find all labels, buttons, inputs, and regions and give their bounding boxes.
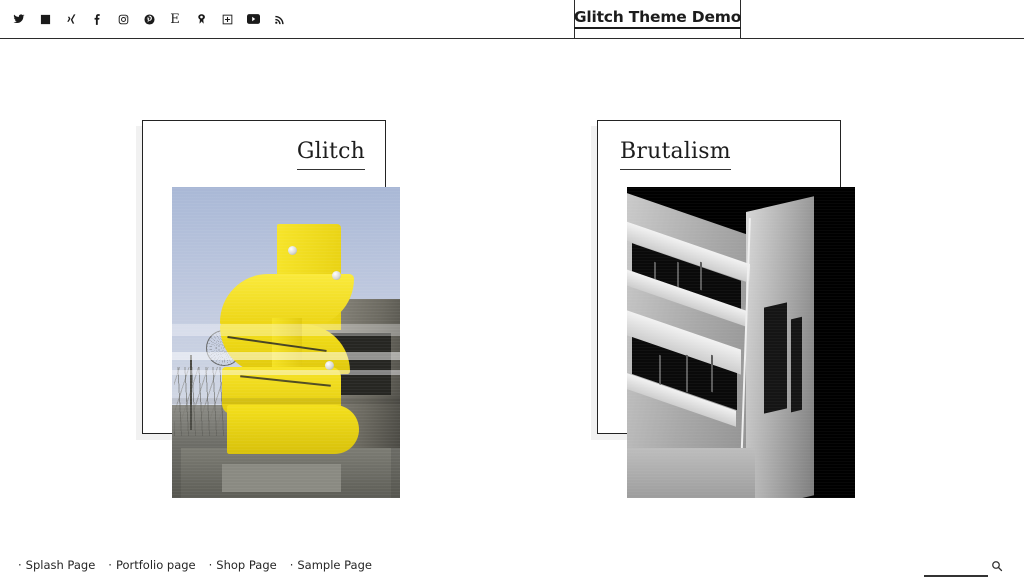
site-header: E Glitch Theme Demo xyxy=(0,0,1024,39)
social-link-facebook[interactable] xyxy=(84,0,110,38)
xing-icon xyxy=(66,13,77,25)
social-link-foursquare[interactable] xyxy=(188,0,214,38)
social-link-flickr[interactable] xyxy=(214,0,240,38)
site-title-block: Glitch Theme Demo xyxy=(573,0,741,38)
youtube-icon xyxy=(246,14,260,24)
social-link-twitter[interactable] xyxy=(6,0,32,38)
social-links-bar: E xyxy=(6,0,292,38)
social-link-etsy[interactable]: E xyxy=(162,0,188,38)
photo-concrete-plinth xyxy=(222,463,341,492)
photo-side-window-1 xyxy=(763,302,787,414)
rss-icon xyxy=(274,14,285,25)
footer-link-splash-page[interactable]: Splash Page xyxy=(18,558,96,572)
post-card-glitch[interactable]: Glitch xyxy=(130,120,420,510)
facebook-icon xyxy=(93,13,101,26)
search-icon xyxy=(991,560,1003,575)
photo-mullion-3 xyxy=(699,261,702,290)
social-link-xing[interactable] xyxy=(58,0,84,38)
photo-bolt-2 xyxy=(331,270,341,280)
photo-pole xyxy=(190,354,193,430)
site-footer: Splash Page Portfolio page Shop Page Sam… xyxy=(0,547,1024,586)
foursquare-icon xyxy=(196,13,207,25)
flickr-icon xyxy=(222,14,233,25)
social-link-instagram[interactable] xyxy=(110,0,136,38)
footer-link-sample-page[interactable]: Sample Page xyxy=(290,558,372,572)
photo-side-window-2 xyxy=(791,316,803,413)
main-content: Glitch Brutalism xyxy=(0,39,1024,547)
footer-link-shop-page[interactable]: Shop Page xyxy=(209,558,276,572)
search-input[interactable] xyxy=(924,559,988,577)
pinterest-icon xyxy=(143,13,155,25)
etsy-icon: E xyxy=(170,11,180,27)
social-link-rss[interactable] xyxy=(266,0,292,38)
glitch-building-photo xyxy=(172,187,400,498)
site-title[interactable]: Glitch Theme Demo xyxy=(573,8,741,30)
post-image-brutalism[interactable] xyxy=(627,187,855,498)
footer-nav: Splash Page Portfolio page Shop Page Sam… xyxy=(18,558,372,572)
photo-bolt-3 xyxy=(324,361,334,371)
photo-bare-trees xyxy=(174,367,225,436)
instagram-icon xyxy=(118,14,129,25)
post-card-brutalism[interactable]: Brutalism xyxy=(585,120,875,510)
photo-yellow-base-arm xyxy=(226,404,359,455)
social-link-pinterest[interactable] xyxy=(136,0,162,38)
brutalism-building-photo xyxy=(627,187,855,498)
photo-mullion-2 xyxy=(677,261,679,290)
linkedin-icon xyxy=(40,14,51,25)
post-title-brutalism[interactable]: Brutalism xyxy=(620,139,731,171)
photo-soffit xyxy=(627,448,755,498)
social-link-linkedin[interactable] xyxy=(32,0,58,38)
post-image-glitch[interactable] xyxy=(172,187,400,498)
footer-link-portfolio-page[interactable]: Portfolio page xyxy=(108,558,196,572)
social-link-youtube[interactable] xyxy=(240,0,266,38)
footer-search xyxy=(924,559,1006,579)
twitter-icon xyxy=(13,13,25,25)
search-button[interactable] xyxy=(988,558,1006,576)
post-title-glitch[interactable]: Glitch xyxy=(296,139,365,171)
